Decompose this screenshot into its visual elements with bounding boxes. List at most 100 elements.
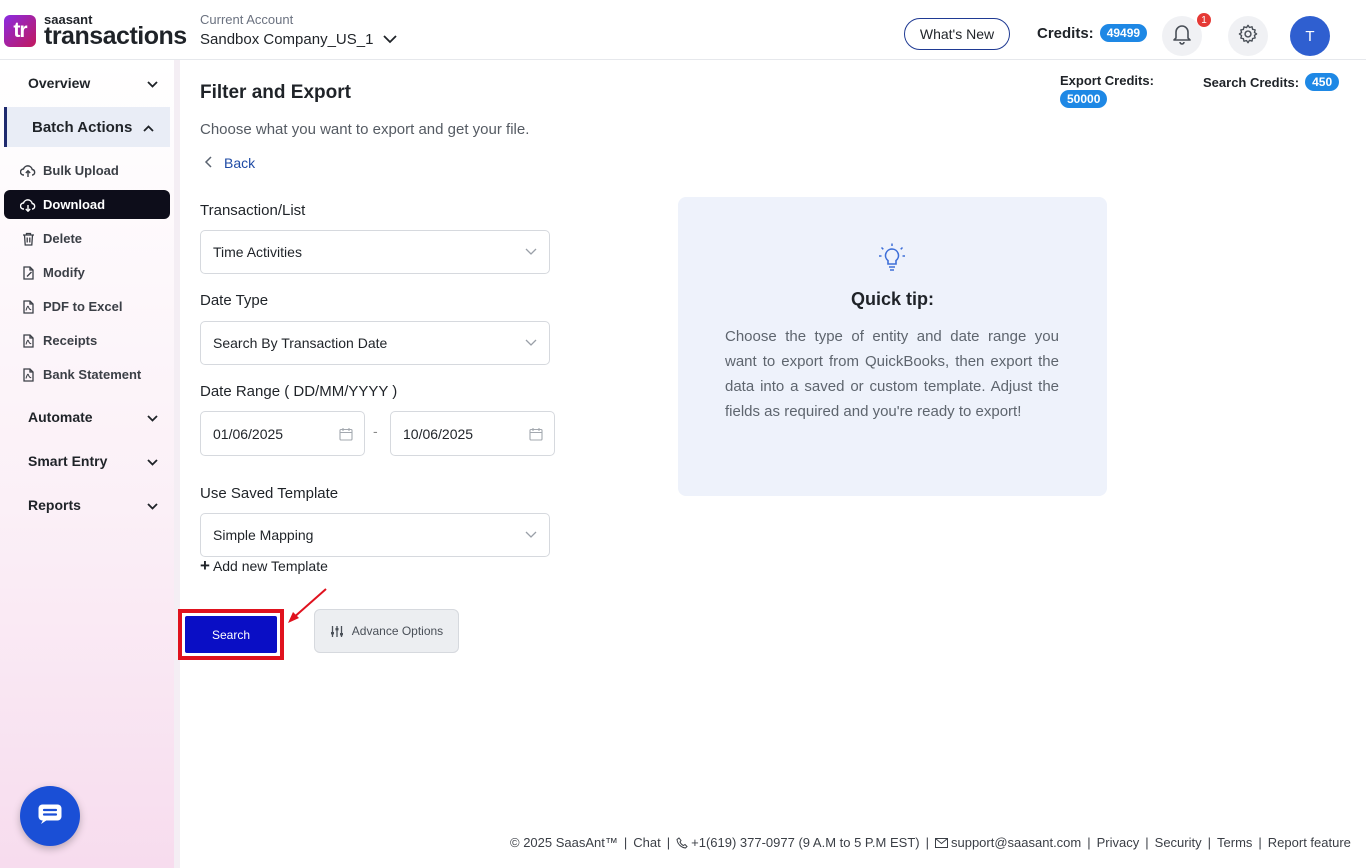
- sidebar-group-reports[interactable]: Reports: [28, 497, 158, 513]
- notification-count-badge: 1: [1197, 13, 1211, 27]
- sidebar-item-label: Modify: [43, 265, 85, 280]
- search-credits-label: Search Credits:: [1203, 74, 1300, 90]
- pdf-icon: [20, 367, 36, 382]
- app-logo[interactable]: tr saasant transactions: [4, 13, 187, 49]
- notifications-button[interactable]: [1162, 16, 1202, 56]
- sidebar-group-overview[interactable]: Overview: [28, 75, 158, 91]
- advance-options-label: Advance Options: [351, 624, 444, 638]
- date-type-value: Search By Transaction Date: [213, 335, 388, 351]
- footer: © 2025 SaasAnt™ | Chat | +1(619) 377-097…: [510, 835, 1351, 850]
- transaction-list-select[interactable]: Time Activities: [200, 230, 550, 274]
- search-credits: Search Credits: 450: [1203, 73, 1340, 91]
- date-range-separator: -: [373, 423, 378, 439]
- sidebar-group-automate[interactable]: Automate: [28, 409, 158, 425]
- footer-phone[interactable]: +1(619) 377-0977 (9 A.M to 5 P.M EST): [691, 835, 919, 850]
- bell-icon: [1172, 23, 1192, 50]
- sidebar-item-receipts[interactable]: Receipts: [4, 326, 170, 355]
- date-from-value: 01/06/2025: [213, 425, 284, 442]
- calendar-icon[interactable]: [339, 427, 353, 444]
- sidebar-item-label: Bulk Upload: [43, 163, 119, 178]
- footer-privacy-link[interactable]: Privacy: [1097, 835, 1140, 850]
- chat-launcher-button[interactable]: [20, 786, 80, 846]
- logo-text: saasant transactions: [44, 13, 187, 49]
- add-template-label: Add new Template: [212, 558, 328, 574]
- sidebar-item-bank-statement[interactable]: Bank Statement: [4, 360, 170, 389]
- user-avatar[interactable]: T: [1290, 16, 1330, 56]
- sidebar-group-label: Overview: [28, 75, 91, 91]
- account-name: Sandbox Company_US_1: [200, 31, 374, 48]
- sidebar-item-delete[interactable]: Delete: [4, 224, 170, 253]
- footer-separator: |: [623, 835, 628, 850]
- lightbulb-icon: [878, 243, 906, 278]
- date-range-label: Date Range ( DD/MM/YYYY ): [200, 383, 398, 400]
- date-to-value: 10/06/2025: [403, 425, 474, 442]
- export-credits: Export Credits: 50000: [1060, 73, 1154, 108]
- chevron-down-icon: [147, 497, 158, 513]
- sidebar-item-pdf-to-excel[interactable]: PDF to Excel: [4, 292, 170, 321]
- date-to-field[interactable]: 10/06/2025: [390, 411, 555, 456]
- sidebar-item-label: Download: [43, 197, 106, 212]
- chevron-down-icon: [383, 31, 398, 48]
- sidebar-item-download[interactable]: Download: [4, 190, 170, 219]
- date-type-select[interactable]: Search By Transaction Date: [200, 321, 550, 365]
- chat-bubble-icon: [37, 803, 63, 830]
- whats-new-button[interactable]: What's New: [904, 18, 1010, 50]
- pdf-icon: [20, 299, 36, 314]
- page-subtitle: Choose what you want to export and get y…: [200, 121, 530, 138]
- export-credits-label: Export Credits:: [1060, 73, 1154, 88]
- top-header: tr saasant transactions Current Account …: [0, 0, 1366, 60]
- chevron-down-icon: [147, 453, 158, 469]
- sidebar-scroll-rail: [174, 60, 180, 868]
- footer-separator: |: [1258, 835, 1262, 850]
- footer-separator: |: [925, 835, 929, 850]
- settings-button[interactable]: [1228, 16, 1268, 56]
- add-template-link[interactable]: + Add new Template: [200, 556, 328, 576]
- search-button[interactable]: Search: [185, 616, 277, 653]
- transaction-list-value: Time Activities: [213, 244, 302, 260]
- sidebar-item-modify[interactable]: Modify: [4, 258, 170, 287]
- saved-template-select[interactable]: Simple Mapping: [200, 513, 550, 557]
- sidebar-group-batch-actions[interactable]: Batch Actions: [4, 107, 170, 147]
- sidebar-item-bulk-upload[interactable]: Bulk Upload: [4, 156, 170, 185]
- calendar-icon[interactable]: [529, 427, 543, 444]
- phone-icon: [676, 836, 688, 849]
- chevron-up-icon: [143, 119, 154, 136]
- footer-separator: |: [1207, 835, 1212, 850]
- sidebar-item-label: Bank Statement: [43, 367, 142, 382]
- sidebar-group-smart-entry[interactable]: Smart Entry: [28, 453, 158, 469]
- pdf-icon: [20, 333, 36, 348]
- chevron-left-icon: [204, 155, 212, 171]
- footer-separator: |: [1087, 835, 1091, 850]
- sidebar-group-label: Automate: [28, 409, 93, 425]
- back-label: Back: [224, 155, 256, 171]
- chevron-down-icon: [147, 409, 158, 425]
- footer-email-link[interactable]: support@saasant.com: [951, 835, 1081, 850]
- page-title: Filter and Export: [200, 82, 351, 103]
- account-label: Current Account: [200, 12, 294, 27]
- footer-security-link[interactable]: Security: [1155, 835, 1202, 850]
- account-switcher: Current Account Sandbox Company_US_1: [200, 12, 398, 48]
- quick-tip-title: Quick tip:: [850, 289, 934, 309]
- advance-options-button[interactable]: Advance Options: [314, 609, 459, 653]
- chevron-down-icon: [147, 75, 158, 91]
- chevron-down-icon: [525, 526, 537, 542]
- cloud-download-icon: [20, 198, 36, 212]
- sidebar-group-label: Smart Entry: [28, 453, 108, 469]
- sidebar-item-label: Delete: [43, 231, 83, 246]
- transaction-list-label: Transaction/List: [200, 202, 306, 219]
- mail-icon: [934, 837, 948, 848]
- cloud-upload-icon: [20, 164, 36, 178]
- back-link[interactable]: Back: [204, 155, 255, 171]
- footer-terms-link[interactable]: Terms: [1217, 835, 1252, 850]
- chevron-down-icon: [525, 334, 537, 350]
- date-from-field[interactable]: 01/06/2025: [200, 411, 365, 456]
- account-select[interactable]: Sandbox Company_US_1: [200, 31, 398, 48]
- footer-report-feature-link[interactable]: Report feature: [1268, 835, 1351, 850]
- search-credits-badge: 450: [1305, 73, 1340, 91]
- logo-product: transactions: [44, 22, 187, 50]
- trash-icon: [20, 232, 36, 246]
- saved-template-label: Use Saved Template: [200, 485, 339, 502]
- export-credits-badge: 50000: [1060, 90, 1108, 108]
- footer-chat-link[interactable]: Chat: [633, 835, 660, 850]
- chevron-down-icon: [525, 243, 537, 259]
